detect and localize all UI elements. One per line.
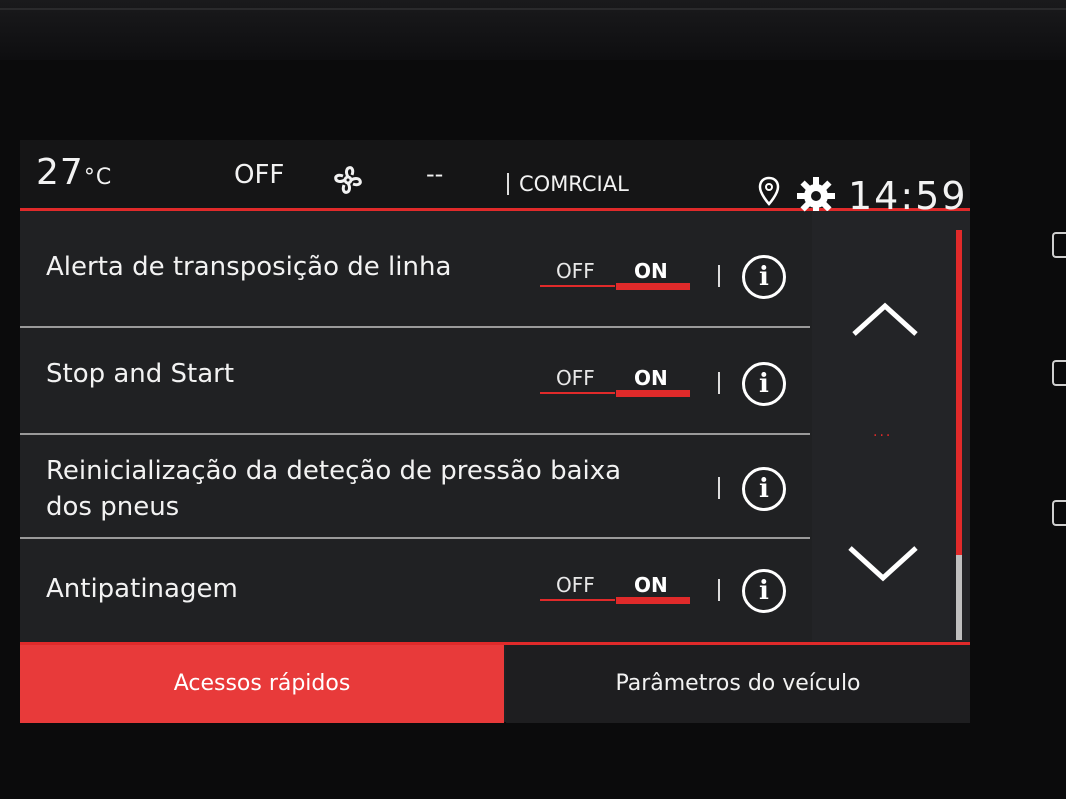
divider: [718, 372, 720, 394]
infotainment-screen: 27°C OFF -- COMRCIAL 14:59 Alerta de tra…: [20, 140, 970, 725]
toggle-selected-indicator: [616, 390, 690, 397]
toggle-selected-indicator: [616, 597, 690, 604]
toggle-on-option[interactable]: ON: [634, 259, 668, 283]
climate-status[interactable]: OFF: [234, 160, 284, 190]
toggle-selected-indicator: [616, 283, 690, 290]
radio-station[interactable]: COMRCIAL: [507, 172, 629, 196]
setting-label: Stop and Start: [46, 359, 235, 389]
setting-row-lane-departure: Alerta de transposição de linha OFF ON i: [20, 211, 810, 328]
status-bar: 27°C OFF -- COMRCIAL 14:59: [20, 140, 970, 218]
toggle-on-option[interactable]: ON: [634, 573, 668, 597]
bottom-tabs: Acessos rápidos Parâmetros do veículo: [20, 642, 970, 725]
divider: [718, 579, 720, 601]
page-indicator: ...: [873, 424, 893, 440]
divider: [718, 477, 720, 499]
tab-quick-access[interactable]: Acessos rápidos: [20, 645, 504, 723]
setting-row-stop-start: Stop and Start OFF ON i: [20, 328, 810, 435]
info-icon[interactable]: i: [742, 255, 786, 299]
toggle-off-option[interactable]: OFF: [556, 573, 595, 597]
chevron-up-icon[interactable]: [850, 288, 920, 358]
location-pin-icon[interactable]: [758, 176, 780, 210]
temperature-unit: °C: [83, 165, 113, 190]
setting-label-line-2: dos pneus: [46, 492, 180, 522]
setting-label: Reinicialização da deteção de pressão ba…: [46, 453, 621, 525]
info-icon[interactable]: i: [742, 569, 786, 613]
traction-control-toggle[interactable]: OFF ON: [540, 569, 690, 609]
fan-icon[interactable]: [328, 160, 368, 200]
lane-departure-toggle[interactable]: OFF ON: [540, 255, 690, 295]
bezel-button-icon[interactable]: [1052, 500, 1066, 526]
temperature-readout[interactable]: 27°C: [36, 152, 112, 193]
toggle-track: [540, 285, 615, 287]
temperature-value: 27: [36, 152, 84, 193]
gear-icon[interactable]: [796, 176, 836, 216]
setting-label: Alerta de transposição de linha: [46, 252, 452, 282]
bezel-button-icon[interactable]: [1052, 360, 1066, 386]
bezel-shortcut-buttons: [1046, 220, 1066, 540]
setting-label: Antipatinagem: [46, 574, 238, 604]
setting-row-traction-control: Antipatinagem OFF ON i: [20, 539, 810, 641]
settings-list: Alerta de transposição de linha OFF ON i…: [20, 211, 810, 641]
info-icon[interactable]: i: [742, 467, 786, 511]
stop-start-toggle[interactable]: OFF ON: [540, 362, 690, 402]
bezel-trim: [0, 8, 1066, 10]
toggle-on-option[interactable]: ON: [634, 366, 668, 390]
divider: [718, 265, 720, 287]
bezel-button-icon[interactable]: [1052, 232, 1066, 258]
toggle-off-option[interactable]: OFF: [556, 259, 595, 283]
fan-level[interactable]: --: [426, 160, 443, 188]
chevron-down-icon[interactable]: [846, 538, 920, 588]
info-icon[interactable]: i: [742, 362, 786, 406]
toggle-track: [540, 599, 615, 601]
tab-vehicle-parameters[interactable]: Parâmetros do veículo: [506, 645, 970, 723]
toggle-track: [540, 392, 615, 394]
toggle-off-option[interactable]: OFF: [556, 366, 595, 390]
scrollbar-track[interactable]: [956, 555, 962, 640]
setting-row-tire-pressure-reset[interactable]: Reinicialização da deteção de pressão ba…: [20, 435, 810, 539]
setting-label-line-1: Reinicialização da deteção de pressão ba…: [46, 456, 622, 486]
